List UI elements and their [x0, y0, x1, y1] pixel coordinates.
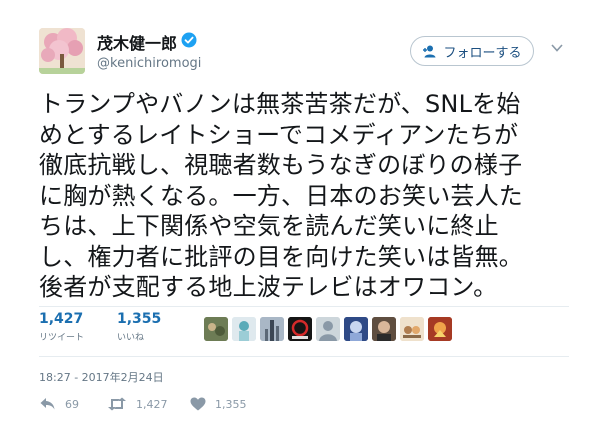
like-count: 1,355 [117, 311, 162, 327]
liker-avatar[interactable] [260, 317, 284, 341]
divider [39, 306, 569, 307]
tweet-text-line: 徹底抗戦し、視聴者数もうなぎのぼりの様子 [39, 151, 523, 179]
add-user-icon [423, 45, 436, 57]
retweet-label: リツイート [39, 333, 85, 343]
tweet-card: 茂木健一郎 @kenichiromogi フォローする トランプやバノンは無茶苦… [0, 0, 600, 432]
retweet-count: 1,427 [39, 311, 84, 327]
retweet-icon [108, 397, 126, 411]
tweet-text-line: めとするレイトショーでコメディアンたちが [39, 120, 519, 149]
follow-button-label: フォローする [443, 45, 522, 61]
like-action-count: 1,355 [215, 397, 247, 411]
divider [39, 356, 569, 357]
tweet-text-line: し、権力者に批評の目を向けた笑いは皆無。 [39, 242, 523, 271]
like-label: いいね [117, 333, 145, 343]
user-handle[interactable]: @kenichiromogi [97, 56, 201, 71]
heart-icon [190, 397, 206, 411]
liker-avatar[interactable] [372, 317, 396, 341]
reply-action[interactable]: 69 [39, 397, 79, 411]
tweet-text-line: に胸が熱くなる。一方、日本のお笑い芸人た [39, 181, 523, 210]
like-action[interactable]: 1,355 [190, 397, 247, 411]
chevron-down-icon[interactable] [549, 42, 565, 54]
tweet-text: トランプやバノンは無茶苦茶だが、SNLを始 めとするレイトショーでコメディアンた… [39, 89, 579, 303]
tweet-timestamp[interactable]: 18:27 - 2017年2月24日 [39, 369, 164, 385]
tweet-text-line: 後者が支配する地上波テレビはオワコン。 [39, 273, 498, 301]
avatar[interactable] [39, 28, 85, 74]
reply-icon [40, 398, 55, 410]
retweet-action[interactable]: 1,427 [107, 397, 168, 411]
liker-avatar[interactable] [288, 317, 312, 341]
retweet-stat[interactable]: 1,427 リツイート [39, 311, 84, 343]
follow-button[interactable]: フォローする [410, 36, 534, 66]
liker-avatar[interactable] [316, 317, 340, 341]
retweet-action-count: 1,427 [136, 397, 168, 411]
liker-avatar[interactable] [204, 317, 228, 341]
liker-avatar[interactable] [428, 317, 452, 341]
liker-avatar[interactable] [344, 317, 368, 341]
like-stat[interactable]: 1,355 いいね [117, 311, 161, 343]
verified-badge-icon [181, 32, 197, 48]
liker-avatar[interactable] [232, 317, 256, 341]
tweet-text-line: ちは、上下関係や空気を読んだ笑いに終止 [39, 212, 499, 240]
tweet-text-line: トランプやバノンは無茶苦茶だが、SNLを始 [39, 90, 521, 118]
liker-avatar[interactable] [400, 317, 424, 341]
display-name[interactable]: 茂木健一郎 [97, 30, 177, 54]
reply-count: 69 [65, 397, 79, 411]
